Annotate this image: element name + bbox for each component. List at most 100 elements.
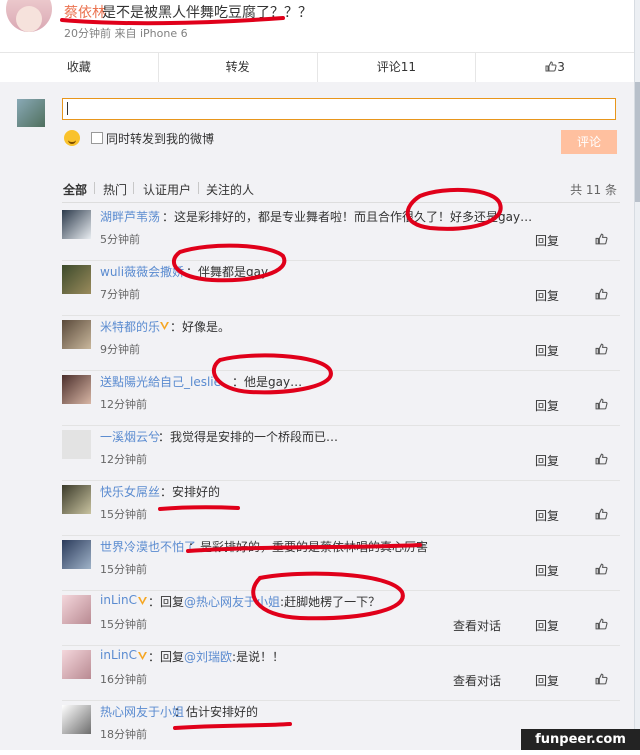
verified-badge-icon bbox=[138, 597, 147, 605]
author-avatar[interactable] bbox=[6, 0, 52, 32]
commenter-avatar[interactable] bbox=[62, 265, 91, 294]
commenter-avatar[interactable] bbox=[62, 705, 91, 734]
favorite-button[interactable]: 收藏 bbox=[0, 53, 159, 82]
comment-total: 共 11 条 bbox=[570, 183, 617, 197]
comment-text: ：这是彩排好的，都是专业舞者啦！而且合作很久了！好多还是gay… bbox=[162, 210, 533, 224]
reply-button[interactable]: 回复 bbox=[535, 507, 559, 524]
commenter-name[interactable]: 快乐女屌丝 bbox=[100, 483, 160, 500]
comment-row: 世界冷漠也不怕了 ：是彩排好的，重要的是蔡依林唱的真心厉害 15分钟前 回复 bbox=[62, 535, 620, 591]
comment-text: ：他是gay… bbox=[232, 375, 303, 389]
thumbs-up-icon[interactable] bbox=[595, 233, 608, 245]
thumbs-up-icon[interactable] bbox=[595, 618, 608, 630]
commenter-name[interactable]: 一溪烟云兮 bbox=[100, 428, 160, 445]
reply-button[interactable]: 回复 bbox=[535, 562, 559, 579]
commenter-avatar[interactable] bbox=[62, 320, 91, 349]
reply-button[interactable]: 回复 bbox=[535, 672, 559, 689]
comment-row: 快乐女屌丝 ：安排好的 15分钟前 回复 bbox=[62, 480, 620, 536]
comment-row: 米特都的乐 ：好像是。 9分钟前 回复 bbox=[62, 315, 620, 371]
comment-text: ：我觉得是安排的一个桥段而已… bbox=[158, 430, 339, 444]
comment-filter-tabs: 全部 热门 认证用户 关注的人 共 11 条 bbox=[63, 181, 619, 199]
thumbs-up-icon[interactable] bbox=[595, 288, 608, 300]
comment-row: 一溪烟云兮 ：我觉得是安排的一个桥段而已… 12分钟前 回复 bbox=[62, 425, 620, 481]
comment-text: ：回复@热心网友于小姐:赶脚她楞了一下？ bbox=[148, 593, 380, 610]
thumbs-up-icon[interactable] bbox=[595, 343, 608, 355]
comment-row: 湖畔芦苇荡 ：这是彩排好的，都是专业舞者啦！而且合作很久了！好多还是gay… 5… bbox=[62, 205, 620, 261]
default-avatar-icon[interactable] bbox=[62, 430, 91, 459]
mention-link[interactable]: @热心网友于小姐 bbox=[184, 595, 280, 609]
comment-time: 12分钟前 bbox=[100, 453, 147, 466]
repost-button[interactable]: 转发 bbox=[159, 53, 318, 82]
comment-time: 5分钟前 bbox=[100, 233, 140, 246]
comment-time: 7分钟前 bbox=[100, 288, 140, 301]
verified-badge-icon bbox=[160, 322, 169, 330]
thumbs-up-icon[interactable] bbox=[595, 398, 608, 410]
scrollbar-thumb[interactable] bbox=[635, 82, 640, 202]
commenter-name[interactable]: wuli薇薇会撒娇 bbox=[100, 263, 184, 280]
emoji-icon[interactable] bbox=[64, 130, 80, 146]
comment-input[interactable] bbox=[62, 98, 616, 120]
filter-divider bbox=[198, 182, 199, 194]
commenter-avatar[interactable] bbox=[62, 485, 91, 514]
commenter-name[interactable]: 世界冷漠也不怕了 bbox=[100, 538, 196, 555]
reply-button[interactable]: 回复 bbox=[535, 617, 559, 634]
comment-button[interactable]: 评论11 bbox=[318, 53, 477, 82]
thumbs-up-icon[interactable] bbox=[595, 453, 608, 465]
comment-text: ：好像是。 bbox=[170, 320, 231, 334]
commenter-name[interactable]: inLinC bbox=[100, 648, 137, 662]
thumbs-up-icon[interactable] bbox=[595, 673, 608, 685]
reply-button[interactable]: 回复 bbox=[535, 232, 559, 249]
reply-text: :是说！！ bbox=[232, 650, 285, 664]
comment-time: 9分钟前 bbox=[100, 343, 140, 356]
comment-time: 18分钟前 bbox=[100, 728, 147, 741]
like-count: 3 bbox=[557, 60, 565, 74]
commenter-avatar[interactable] bbox=[62, 375, 91, 404]
commenter-avatar[interactable] bbox=[62, 650, 91, 679]
commenter-name[interactable]: 湖畔芦苇荡 bbox=[100, 208, 160, 225]
reply-button[interactable]: 回复 bbox=[535, 342, 559, 359]
reply-button[interactable]: 回复 bbox=[535, 287, 559, 304]
current-user-avatar bbox=[17, 99, 45, 127]
comment-time: 16分钟前 bbox=[100, 673, 147, 686]
post-action-bar: 收藏 转发 评论11 3 bbox=[0, 52, 634, 83]
view-dialog-link[interactable]: 查看对话 bbox=[453, 672, 501, 689]
verified-badge-icon bbox=[138, 652, 147, 660]
post-text: 是不是被黑人伴舞吃豆腐了？？？ bbox=[102, 5, 312, 21]
reply-prefix: ：回复 bbox=[148, 595, 185, 609]
like-button[interactable]: 3 bbox=[476, 53, 634, 82]
tab-following[interactable]: 关注的人 bbox=[206, 181, 254, 198]
also-repost-checkbox[interactable] bbox=[91, 132, 103, 144]
comment-row: wuli薇薇会撒娇 ：伴舞都是gay 7分钟前 回复 bbox=[62, 260, 620, 316]
commenter-avatar[interactable] bbox=[62, 595, 91, 624]
comment-time: 15分钟前 bbox=[100, 563, 147, 576]
commenter-name[interactable]: inLinC bbox=[100, 593, 137, 607]
thumbs-up-icon[interactable] bbox=[595, 508, 608, 520]
also-repost-label[interactable]: 同时转发到我的微博 bbox=[106, 130, 214, 147]
mention-link[interactable]: @刘瑞欧 bbox=[184, 650, 232, 664]
comment-row: 送點陽光給自己_leslie ：他是gay… 12分钟前 回复 bbox=[62, 370, 620, 426]
submit-comment-button[interactable]: 评论 bbox=[561, 130, 617, 154]
commenter-name[interactable]: 米特都的乐 bbox=[100, 318, 160, 335]
tab-all[interactable]: 全部 bbox=[63, 181, 87, 198]
comment-text: ：伴舞都是gay bbox=[186, 265, 269, 279]
commenter-name[interactable]: 送點陽光給自己_leslie bbox=[100, 373, 221, 390]
reply-button[interactable]: 回复 bbox=[535, 397, 559, 414]
comment-time: 15分钟前 bbox=[100, 508, 147, 521]
commenter-avatar[interactable] bbox=[62, 210, 91, 239]
comment-text: ：安排好的 bbox=[160, 485, 221, 499]
comment-text: ：估计安排好的 bbox=[174, 705, 259, 719]
tab-hot[interactable]: 热门 bbox=[103, 181, 127, 198]
thumbs-up-icon bbox=[545, 61, 557, 72]
reply-button[interactable]: 回复 bbox=[535, 452, 559, 469]
view-dialog-link[interactable]: 查看对话 bbox=[453, 617, 501, 634]
commenter-avatar[interactable] bbox=[62, 540, 91, 569]
reply-text: :赶脚她楞了一下？ bbox=[280, 595, 381, 609]
text-caret bbox=[67, 102, 68, 115]
comment-panel: 同时转发到我的微博 评论 全部 热门 认证用户 关注的人 共 11 条 湖畔芦苇… bbox=[0, 82, 634, 750]
commenter-name[interactable]: 热心网友于小姐 bbox=[100, 703, 184, 720]
post-header: 蔡依林 是不是被黑人伴舞吃豆腐了？？？ 20分钟前 来自 iPhone 6 bbox=[0, 0, 640, 52]
filter-divider bbox=[133, 182, 134, 194]
thumbs-up-icon[interactable] bbox=[595, 563, 608, 575]
comment-time: 12分钟前 bbox=[100, 398, 147, 411]
post-author-name[interactable]: 蔡依林 bbox=[64, 2, 106, 22]
tab-verified[interactable]: 认证用户 bbox=[143, 181, 191, 198]
